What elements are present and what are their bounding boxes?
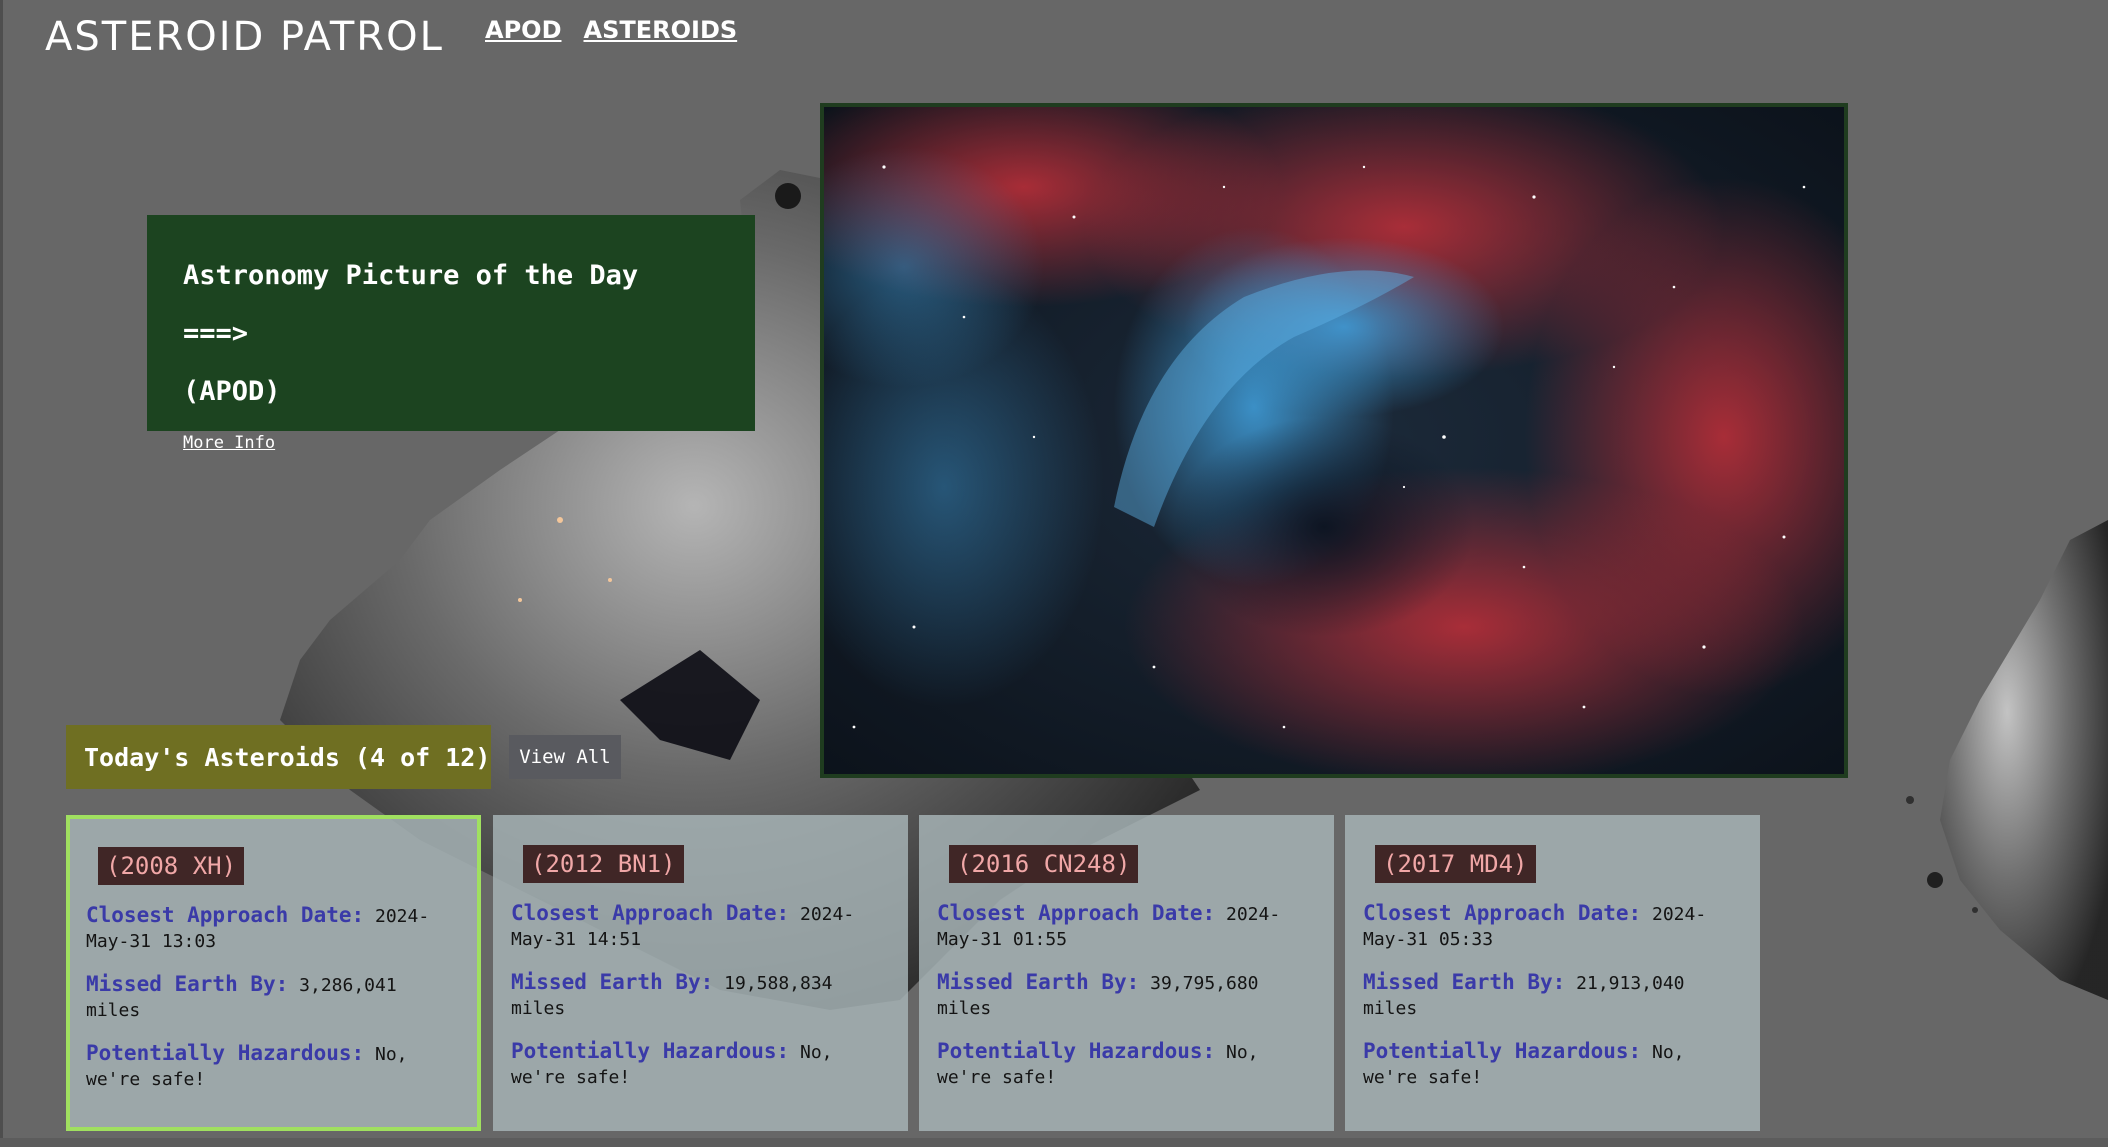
missed-label: Missed Earth By: (86, 972, 289, 996)
asteroid-card[interactable]: (2017 MD4) Closest Approach Date: 2024-M… (1345, 815, 1760, 1131)
approach-label: Closest Approach Date: (511, 901, 790, 925)
approach-field: Closest Approach Date: 2024-May-31 05:33 (1363, 901, 1740, 952)
site-title: ASTEROID PATROL (45, 14, 444, 60)
approach-field: Closest Approach Date: 2024-May-31 13:03 (86, 903, 459, 954)
asteroid-card[interactable]: (2016 CN248) Closest Approach Date: 2024… (919, 815, 1334, 1131)
apod-title-abbrev: (APOD) (183, 376, 281, 407)
asteroid-name: (2017 MD4) (1375, 845, 1536, 883)
missed-label: Missed Earth By: (511, 970, 714, 994)
approach-field: Closest Approach Date: 2024-May-31 01:55 (937, 901, 1314, 952)
asteroid-name: (2008 XH) (98, 847, 245, 885)
asteroid-card[interactable]: (2008 XH) Closest Approach Date: 2024-Ma… (66, 815, 481, 1131)
asteroid-card[interactable]: (2012 BN1) Closest Approach Date: 2024-M… (493, 815, 908, 1131)
missed-field: Missed Earth By: 39,795,680 miles (937, 970, 1314, 1021)
hazard-label: Potentially Hazardous: (511, 1039, 790, 1063)
missed-label: Missed Earth By: (1363, 970, 1566, 994)
more-info-link[interactable]: More Info (183, 433, 275, 453)
hazard-field: Potentially Hazardous: No, we're safe! (937, 1039, 1314, 1090)
missed-field: Missed Earth By: 21,913,040 miles (1363, 970, 1740, 1021)
missed-field: Missed Earth By: 19,588,834 miles (511, 970, 888, 1021)
hazard-field: Potentially Hazardous: No, we're safe! (86, 1041, 459, 1092)
missed-label: Missed Earth By: (937, 970, 1140, 994)
hazard-label: Potentially Hazardous: (86, 1041, 365, 1065)
hazard-field: Potentially Hazardous: No, we're safe! (1363, 1039, 1740, 1090)
approach-label: Closest Approach Date: (1363, 901, 1642, 925)
bottom-strip (0, 1138, 2108, 1147)
approach-label: Closest Approach Date: (86, 903, 365, 927)
apod-info-panel: Astronomy Picture of the Day ===> (APOD)… (147, 215, 755, 453)
apod-title: Astronomy Picture of the Day ===> (183, 260, 639, 349)
nav-link-apod[interactable]: APOD (485, 16, 562, 44)
main-nav: APOD ASTEROIDS (485, 16, 737, 44)
approach-label: Closest Approach Date: (937, 901, 1216, 925)
asteroid-name: (2016 CN248) (949, 845, 1139, 883)
apod-image[interactable] (820, 103, 1848, 778)
hazard-field: Potentially Hazardous: No, we're safe! (511, 1039, 888, 1090)
view-all-button[interactable]: View All (509, 735, 621, 779)
hazard-label: Potentially Hazardous: (937, 1039, 1216, 1063)
asteroid-name: (2012 BN1) (523, 845, 684, 883)
nebula-image (824, 107, 1844, 774)
todays-asteroids-heading: Today's Asteroids (4 of 12) (66, 725, 491, 789)
approach-field: Closest Approach Date: 2024-May-31 14:51 (511, 901, 888, 952)
missed-field: Missed Earth By: 3,286,041 miles (86, 972, 459, 1023)
nav-link-asteroids[interactable]: ASTEROIDS (584, 16, 738, 44)
hazard-label: Potentially Hazardous: (1363, 1039, 1642, 1063)
